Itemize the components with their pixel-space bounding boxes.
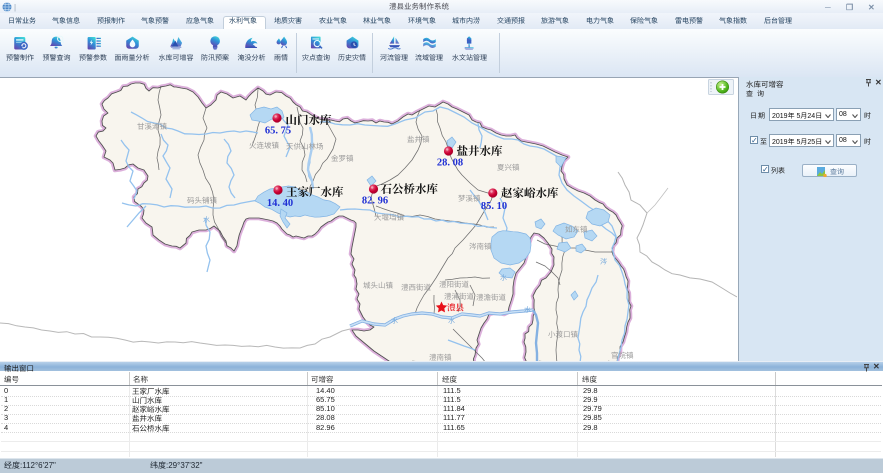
svg-text:涔南镇: 涔南镇 — [469, 242, 492, 251]
svg-text:城头山镇: 城头山镇 — [363, 281, 393, 290]
svg-text:澧浦街道: 澧浦街道 — [444, 292, 474, 301]
svg-text:28. 08: 28. 08 — [437, 158, 463, 169]
svg-text:85. 10: 85. 10 — [481, 201, 507, 212]
svg-text:澧县: 澧县 — [447, 302, 465, 314]
svg-text:大堰垱镇: 大堰垱镇 — [374, 213, 404, 222]
svg-text:梦溪镇: 梦溪镇 — [458, 194, 481, 203]
svg-text:盐井水库: 盐井水库 — [457, 143, 503, 159]
svg-text:水: 水 — [391, 317, 398, 325]
svg-text:王家厂水库: 王家厂水库 — [286, 184, 344, 200]
svg-text:山门水库: 山门水库 — [286, 112, 332, 128]
svg-text:水: 水 — [203, 216, 210, 224]
svg-text:火连坡镇: 火连坡镇 — [249, 141, 279, 150]
svg-text:盐井镇: 盐井镇 — [407, 135, 430, 144]
svg-text:天供山林场: 天供山林场 — [286, 142, 324, 151]
svg-text:65. 75: 65. 75 — [265, 126, 291, 137]
svg-text:14. 40: 14. 40 — [267, 198, 293, 209]
svg-text:夏兴镇: 夏兴镇 — [497, 163, 520, 172]
svg-text:澧阳街道: 澧阳街道 — [439, 280, 469, 289]
svg-text:水: 水 — [500, 274, 507, 282]
svg-text:水: 水 — [448, 317, 455, 325]
svg-text:甘溪滩镇: 甘溪滩镇 — [137, 122, 167, 131]
svg-text:码头铺镇: 码头铺镇 — [187, 196, 217, 205]
svg-text:石公桥水库: 石公桥水库 — [381, 181, 439, 197]
svg-text:澧澹街道: 澧澹街道 — [476, 293, 506, 302]
svg-text:涔: 涔 — [600, 258, 607, 266]
svg-text:金罗镇: 金罗镇 — [331, 154, 354, 163]
svg-text:82. 96: 82. 96 — [362, 196, 388, 207]
svg-text:赵家峪水库: 赵家峪水库 — [501, 185, 559, 201]
svg-text:官垸镇: 官垸镇 — [611, 351, 634, 360]
svg-text:澧南镇: 澧南镇 — [429, 353, 452, 361]
svg-text:澧西街道: 澧西街道 — [401, 283, 431, 292]
svg-text:小渡口镇: 小渡口镇 — [548, 330, 578, 339]
svg-text:如东镇: 如东镇 — [565, 225, 588, 234]
svg-text:水: 水 — [524, 306, 531, 314]
